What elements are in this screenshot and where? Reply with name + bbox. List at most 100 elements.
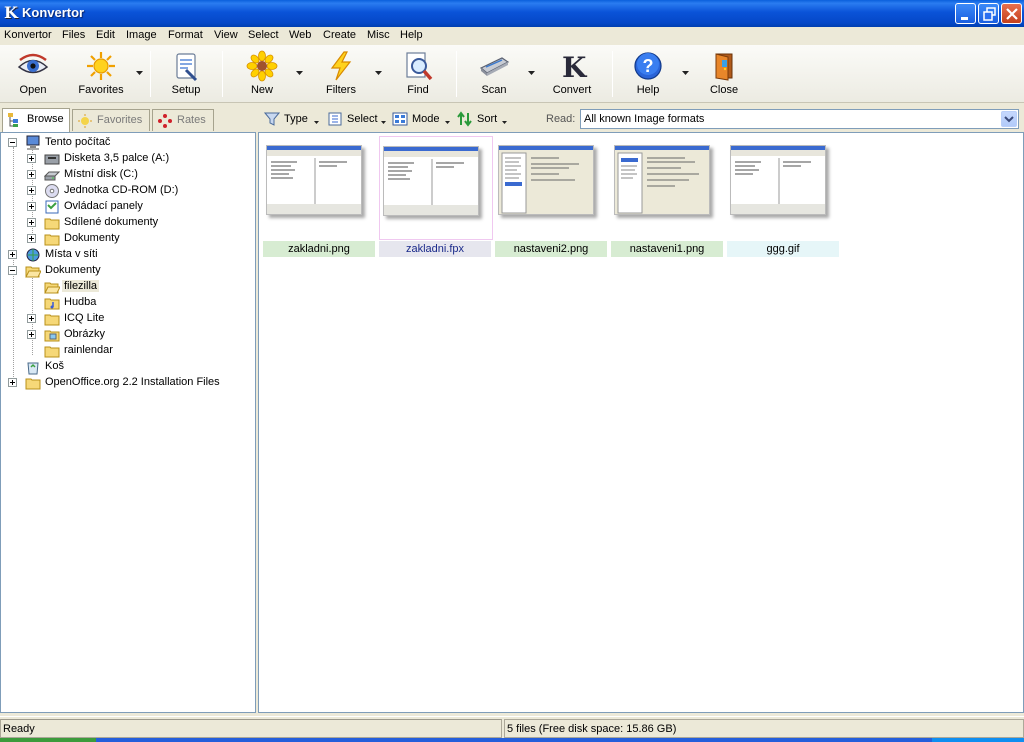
folder-open-icon: [25, 266, 41, 278]
help-button[interactable]: ? Help: [628, 48, 668, 98]
cdrom-icon: [45, 184, 59, 198]
help-dropdown-arrow-icon[interactable]: [682, 71, 689, 75]
setup-button[interactable]: Setup: [162, 48, 210, 98]
file-name-label[interactable]: zakladni.png: [263, 241, 375, 257]
status-bar: Ready 5 files (Free disk space: 15.86 GB…: [0, 716, 1024, 738]
folder-tree[interactable]: Tento počítač Disketa 3,5 palce (A:) Mís…: [0, 132, 256, 713]
screenshot-preview-image: [731, 146, 825, 214]
new-button[interactable]: New: [240, 48, 284, 98]
menu-help[interactable]: Help: [400, 29, 423, 41]
tree-node-label: Sdílené dokumenty: [64, 216, 159, 228]
tab-browse[interactable]: Browse: [2, 108, 70, 132]
file-name-label[interactable]: ggg.gif: [727, 241, 839, 257]
minimize-button[interactable]: [955, 3, 976, 24]
tree-node-label: Disketa 3,5 palce (A:): [64, 152, 170, 164]
tab-rates-label: Rates: [177, 114, 206, 126]
expand-toggle[interactable]: [27, 218, 36, 227]
favorites-dropdown-arrow-icon[interactable]: [136, 71, 143, 75]
close-window-button[interactable]: [1001, 3, 1022, 24]
menu-create[interactable]: Create: [323, 29, 356, 41]
setup-label: Setup: [171, 84, 201, 96]
filters-dropdown-arrow-icon[interactable]: [375, 71, 382, 75]
help-label: Help: [636, 84, 660, 96]
status-text: Ready: [3, 723, 35, 735]
svg-text:K: K: [562, 51, 588, 82]
menu-misc[interactable]: Misc: [367, 29, 390, 41]
thumbnail-zakladni-png[interactable]: [266, 145, 364, 219]
mode-button[interactable]: Mode: [392, 111, 454, 128]
mode-label: Mode: [412, 113, 440, 125]
svg-text:?: ?: [643, 56, 654, 76]
dropdown-button[interactable]: [1001, 111, 1017, 127]
recycle-bin-icon: [27, 362, 39, 375]
type-button[interactable]: Type: [264, 111, 322, 128]
start-button-edge[interactable]: [0, 738, 96, 742]
sort-arrows-icon: [457, 111, 472, 127]
expand-toggle[interactable]: [27, 330, 36, 339]
network-icon: [26, 248, 40, 262]
tree-node-label: OpenOffice.org 2.2 Installation Files: [45, 376, 220, 388]
settings-dialog-preview-image: [499, 146, 593, 214]
select-grid-icon: [328, 112, 342, 126]
convert-button[interactable]: K Convert: [548, 48, 596, 98]
left-panel-tabs: Browse Favorites Rates: [0, 108, 258, 132]
screenshot-preview-image: [267, 146, 361, 214]
menu-image[interactable]: Image: [126, 29, 157, 41]
tree-node-label: rainlendar: [64, 344, 113, 356]
select-button[interactable]: Select: [327, 111, 389, 128]
file-name-label[interactable]: nastaveni2.png: [495, 241, 607, 257]
read-format-select[interactable]: All known Image formats: [580, 109, 1019, 129]
scan-button[interactable]: Scan: [472, 48, 516, 98]
thumbnail-nastaveni2-png[interactable]: [498, 145, 596, 219]
file-thumbnail-view[interactable]: [258, 132, 1024, 713]
expand-toggle[interactable]: [27, 202, 36, 211]
read-format-label: Read:: [546, 113, 576, 125]
expand-toggle[interactable]: [27, 234, 36, 243]
expand-toggle[interactable]: [8, 250, 17, 259]
menu-view[interactable]: View: [214, 29, 238, 41]
menu-select[interactable]: Select: [248, 29, 279, 41]
menu-files[interactable]: Files: [62, 29, 85, 41]
window-title: Konvertor: [22, 5, 85, 20]
floppy-drive-icon: [44, 154, 60, 165]
tab-rates[interactable]: Rates: [152, 109, 214, 131]
scan-dropdown-arrow-icon[interactable]: [528, 71, 535, 75]
menu-web[interactable]: Web: [289, 29, 311, 41]
menu-konvertor[interactable]: Konvertor: [4, 29, 52, 41]
restore-button[interactable]: [978, 3, 999, 24]
close-label: Close: [709, 84, 739, 96]
tab-favorites[interactable]: Favorites: [72, 109, 150, 131]
expand-toggle[interactable]: [27, 170, 36, 179]
folder-open-icon: [44, 282, 60, 294]
menu-format[interactable]: Format: [168, 29, 203, 41]
favorites-button[interactable]: Favorites: [72, 48, 130, 98]
tree-node-label: Dokumenty: [45, 264, 101, 276]
menu-edit[interactable]: Edit: [96, 29, 115, 41]
expand-toggle[interactable]: [27, 154, 36, 163]
open-label: Open: [19, 84, 47, 96]
thumbnail-ggg-gif[interactable]: [730, 145, 828, 219]
collapse-toggle[interactable]: [8, 138, 17, 147]
open-button[interactable]: Open: [10, 48, 56, 98]
konvertor-k-icon: K: [562, 51, 588, 82]
tree-node-label: Ovládací panely: [64, 200, 143, 212]
new-label: New: [250, 84, 273, 96]
thumbnail-nastaveni1-png[interactable]: [614, 145, 712, 219]
file-name-label[interactable]: nastaveni1.png: [611, 241, 723, 257]
filters-button[interactable]: Filters: [320, 48, 362, 98]
file-count-status: 5 files (Free disk space: 15.86 GB): [507, 723, 677, 735]
expand-toggle[interactable]: [27, 314, 36, 323]
expand-toggle[interactable]: [8, 378, 17, 387]
read-format-value: All known Image formats: [584, 113, 705, 125]
collapse-toggle[interactable]: [8, 266, 17, 275]
sort-button[interactable]: Sort: [457, 111, 513, 128]
thumbnail-image: [730, 145, 826, 215]
file-name-label-selected[interactable]: zakladni.fpx: [379, 241, 491, 257]
find-button[interactable]: Find: [398, 48, 438, 98]
close-button[interactable]: Close: [704, 48, 744, 98]
new-dropdown-arrow-icon[interactable]: [296, 71, 303, 75]
expand-toggle[interactable]: [27, 186, 36, 195]
thumbnail-zakladni-fpx-selected[interactable]: [379, 136, 493, 240]
toolbar-separator: [150, 51, 151, 97]
title-bar[interactable]: K Konvertor: [0, 0, 1024, 27]
